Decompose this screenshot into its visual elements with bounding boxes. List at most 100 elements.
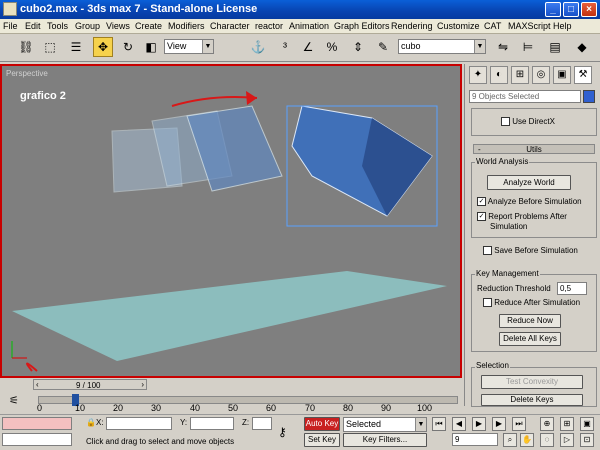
delete-keys-button[interactable]: Delete Keys (481, 394, 583, 406)
maximize-button[interactable]: □ (563, 2, 579, 17)
maxscript-mini-listener[interactable] (2, 433, 72, 446)
menu-create[interactable]: Create (135, 21, 162, 31)
named-selection-set[interactable]: cubo ▼ (398, 39, 486, 54)
report-problems-checkbox[interactable]: ✓ (477, 212, 486, 222)
menu-animation[interactable]: Animation (289, 21, 329, 31)
goto-end-icon[interactable]: ⏭ (512, 417, 526, 431)
spinner-snap-icon[interactable]: ⇕ (348, 37, 368, 57)
menu-maxscript[interactable]: MAXScript (508, 21, 551, 31)
rotate-icon[interactable]: ↻ (118, 37, 138, 57)
snap-3d-icon[interactable]: ³ (275, 37, 295, 57)
menu-modifiers[interactable]: Modifiers (168, 21, 205, 31)
menu-reactor[interactable]: reactor (255, 21, 283, 31)
menu-character[interactable]: Character (210, 21, 250, 31)
auto-key-button[interactable]: Auto Key (304, 417, 340, 431)
time-next-icon[interactable]: › (141, 380, 144, 389)
reduce-now-button[interactable]: Reduce Now (499, 314, 561, 328)
pan-icon[interactable]: ✋ (520, 433, 534, 447)
key-filters-button[interactable]: Key Filters... (343, 433, 427, 447)
select-link-icon[interactable]: ⛓ (16, 37, 36, 57)
utilities-tab-icon[interactable]: ⚒ (574, 66, 592, 84)
set-key-button[interactable]: Set Key (304, 433, 340, 447)
current-frame-field[interactable]: 9 (452, 433, 498, 446)
maximize-viewport-icon[interactable]: ⊡ (580, 433, 594, 447)
hierarchy-tab-icon[interactable]: ⊞ (511, 66, 529, 84)
tick-70: 70 (305, 403, 316, 413)
pivot-icon[interactable]: ⚓ (248, 37, 268, 57)
maxscript-listener-field[interactable] (2, 417, 72, 430)
key-icon[interactable]: ⚷ (278, 425, 298, 441)
display-tab-icon[interactable]: ▣ (553, 66, 571, 84)
lock-icon[interactable]: 🔒 (86, 418, 96, 427)
use-directx-checkbox[interactable] (501, 117, 510, 127)
analyze-before-sim-row[interactable]: ✓ Analyze Before Simulation (477, 197, 582, 207)
menu-tools[interactable]: Tools (47, 21, 68, 31)
scale-icon[interactable]: ◧ (141, 37, 161, 57)
reduce-after-sim-row[interactable]: Reduce After Simulation (483, 298, 580, 308)
use-directx-row[interactable]: Use DirectX (501, 117, 555, 127)
track-ruler[interactable] (38, 396, 458, 404)
test-convexity-button[interactable]: Test Convexity (481, 375, 583, 389)
minimize-button[interactable]: _ (545, 2, 561, 17)
percent-snap-icon[interactable]: % (322, 37, 342, 57)
menu-cat[interactable]: CAT (484, 21, 501, 31)
zoom-icon[interactable]: ⌕ (503, 433, 517, 447)
coordinate-z-field[interactable] (252, 417, 272, 430)
reference-coordinate-select[interactable]: View ▼ (164, 39, 214, 54)
utils-rollout-header[interactable]: - Utils (473, 144, 595, 154)
material-editor-icon[interactable]: ◆ (572, 37, 592, 57)
close-button[interactable]: × (581, 2, 597, 17)
menu-file[interactable]: File (3, 21, 18, 31)
menu-rendering[interactable]: Rendering (391, 21, 433, 31)
object-color-swatch[interactable] (583, 90, 595, 103)
next-frame-icon[interactable]: ▶ (492, 417, 506, 431)
field-of-view-icon[interactable]: ▷ (560, 433, 574, 447)
menu-graph-editors[interactable]: Graph Editors (334, 21, 390, 31)
menu-help[interactable]: Help (553, 21, 572, 31)
command-panel: ✦ ◐ ⊞ ◎ ▣ ⚒ 9 Objects Selected Use Direc… (464, 64, 600, 407)
save-before-sim-checkbox[interactable] (483, 246, 492, 256)
modify-tab-icon[interactable]: ◐ (490, 66, 508, 84)
zoom-extents-all-icon[interactable]: ▣ (580, 417, 594, 431)
key-set-select[interactable]: Selected ▼ (343, 417, 427, 432)
time-prev-icon[interactable]: ‹ (36, 380, 39, 389)
menu-edit[interactable]: Edit (25, 21, 41, 31)
create-tab-icon[interactable]: ✦ (469, 66, 487, 84)
app-icon[interactable] (3, 2, 17, 16)
select-by-name-icon[interactable]: ☰ (66, 37, 86, 57)
motion-tab-icon[interactable]: ◎ (532, 66, 550, 84)
prev-frame-icon[interactable]: ◀ (452, 417, 466, 431)
tick-80: 80 (343, 403, 354, 413)
time-slider[interactable]: ‹ 9 / 100 › (33, 379, 147, 390)
save-before-sim-row[interactable]: Save Before Simulation (483, 246, 578, 256)
analyze-before-sim-checkbox[interactable]: ✓ (477, 197, 486, 207)
trackbar-menu-icon[interactable]: ⚟ (9, 394, 25, 410)
angle-snap-icon[interactable]: ∠ (298, 37, 318, 57)
mirror-icon[interactable]: ⇋ (493, 37, 513, 57)
coordinate-x-field[interactable] (106, 417, 172, 430)
perspective-viewport[interactable]: Perspective grafico 2 (0, 64, 462, 378)
report-problems-row[interactable]: ✓ Report Problems After (477, 212, 567, 222)
coordinate-y-field[interactable] (190, 417, 234, 430)
layer-icon[interactable]: ▤ (545, 37, 565, 57)
region-select-icon[interactable]: ⬚ (40, 37, 60, 57)
analyze-world-button[interactable]: Analyze World (487, 175, 571, 190)
reduction-threshold-input[interactable]: 0,5 (557, 282, 587, 295)
track-bar[interactable]: ⚟ 0 10 20 30 40 50 60 70 80 90 100 (0, 392, 462, 414)
align-icon[interactable]: ⊨ (518, 37, 538, 57)
abc-icon[interactable]: ✎ (373, 37, 393, 57)
menu-group[interactable]: Group (75, 21, 100, 31)
orbit-icon[interactable]: ◌ (540, 433, 554, 447)
play-icon[interactable]: ▶ (472, 417, 486, 431)
tick-30: 30 (151, 403, 162, 413)
delete-all-keys-button[interactable]: Delete All Keys (499, 332, 561, 346)
red-arrow-head (246, 91, 257, 105)
menu-customize[interactable]: Customize (437, 21, 480, 31)
menu-views[interactable]: Views (106, 21, 130, 31)
reduce-after-sim-checkbox[interactable] (483, 298, 492, 308)
zoom-all-icon[interactable]: ⊕ (540, 417, 554, 431)
goto-start-icon[interactable]: ⏮ (432, 417, 446, 431)
selection-info-field[interactable]: 9 Objects Selected (469, 90, 581, 103)
zoom-extents-icon[interactable]: ⊞ (560, 417, 574, 431)
select-move-icon[interactable]: ✥ (93, 37, 113, 57)
